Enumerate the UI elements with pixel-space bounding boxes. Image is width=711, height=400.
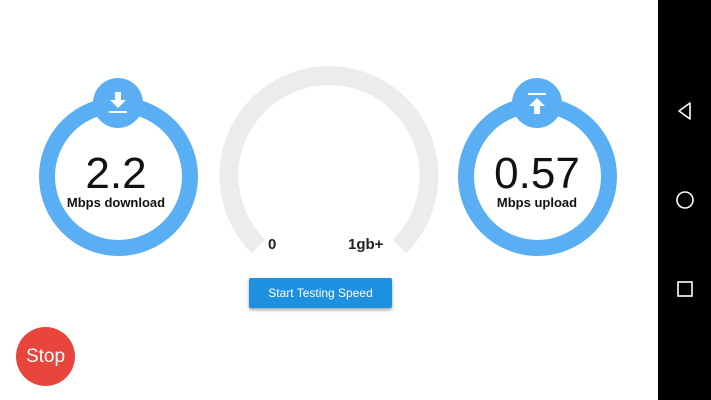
upload-unit-label: Mbps upload	[496, 195, 578, 210]
stop-button[interactable]: Stop	[16, 327, 75, 386]
upload-value: 0.57	[494, 149, 580, 198]
nav-back-button[interactable]	[658, 91, 711, 131]
speed-test-screen: 2.2 Mbps download 0 1gb+ 0.57 Mbps uploa…	[0, 0, 658, 400]
start-testing-button[interactable]: Start Testing Speed	[249, 278, 392, 308]
gauge-min-label: 0	[268, 236, 277, 253]
back-icon	[677, 102, 691, 120]
recents-icon	[676, 281, 693, 297]
nav-home-button[interactable]	[658, 180, 711, 220]
upload-badge	[512, 78, 562, 128]
download-badge	[93, 78, 143, 128]
upload-icon	[528, 93, 546, 114]
gauge-track	[219, 66, 439, 254]
gauge-max-label: 1gb+	[348, 236, 384, 253]
home-icon	[675, 191, 694, 209]
nav-recents-button[interactable]	[658, 269, 711, 309]
speed-gauge	[219, 66, 439, 254]
download-unit-label: Mbps download	[66, 195, 166, 210]
download-value: 2.2	[85, 149, 147, 198]
download-icon	[109, 92, 127, 113]
system-nav-bar	[658, 0, 711, 400]
